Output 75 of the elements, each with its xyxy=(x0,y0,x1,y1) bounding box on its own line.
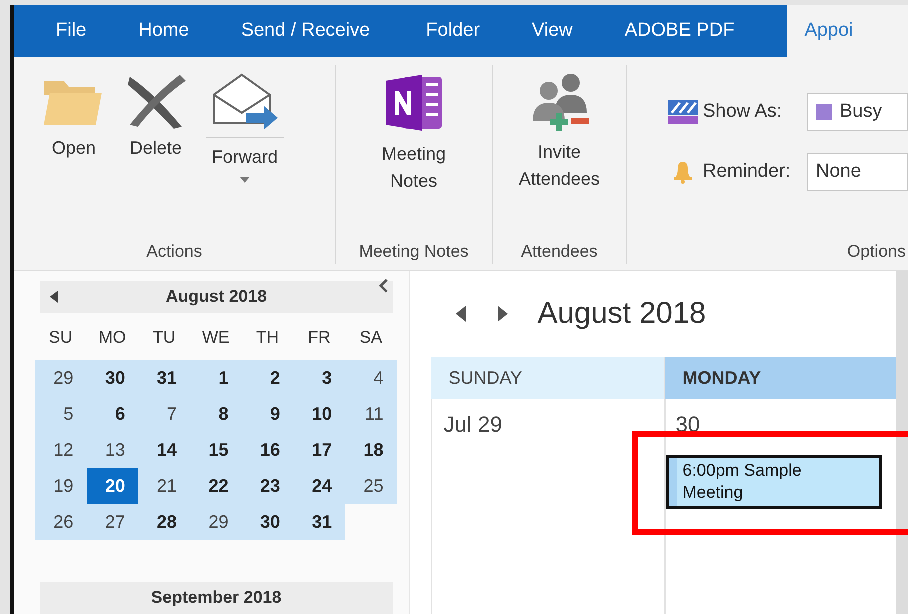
calendar-day[interactable]: 7 xyxy=(138,396,190,432)
previous-icon xyxy=(50,291,58,303)
calendar-day[interactable]: 27 xyxy=(86,504,138,540)
weekday-label: TU xyxy=(152,327,177,349)
ribbon-button[interactable]: Meeting Notes xyxy=(362,65,466,195)
calendar-day[interactable]: 29 xyxy=(190,504,242,540)
weekday-label: TH xyxy=(255,327,280,349)
ribbon-tab[interactable]: ADOBE PDF xyxy=(624,5,735,57)
dropdown-field[interactable]: None xyxy=(807,153,908,191)
calendar-day[interactable]: 3 xyxy=(293,360,346,396)
calendar-title: August 2018 xyxy=(538,297,706,331)
calendar-day[interactable]: 30 xyxy=(242,504,294,540)
calendar-day[interactable]: 24 xyxy=(293,468,346,504)
calendar-day[interactable]: 14 xyxy=(138,432,190,468)
calendar-day[interactable]: 22 xyxy=(190,468,242,504)
calendar-day[interactable]: 16 xyxy=(242,432,294,468)
calendar-day[interactable]: 12 xyxy=(35,432,87,468)
calendar-day[interactable]: 17 xyxy=(293,432,346,468)
month-header-bar: August 2018 xyxy=(40,281,393,313)
calendar-day[interactable]: 6 xyxy=(86,396,138,432)
group-label: Meeting Notes xyxy=(358,242,470,263)
calendar-day[interactable]: 11 xyxy=(345,396,397,432)
calendar-day[interactable]: 30 xyxy=(86,360,138,396)
field-label: Show As: xyxy=(703,101,784,123)
group-label: Actions xyxy=(146,242,204,263)
weekday-label: MO xyxy=(98,327,128,349)
day-header[interactable]: MONDAY xyxy=(664,357,896,399)
calendar-day[interactable]: 13 xyxy=(86,432,138,468)
previous-icon xyxy=(456,306,466,322)
weekday-label: SU xyxy=(48,327,74,349)
ribbon-tab[interactable]: Send / Receive xyxy=(241,5,370,57)
calendar-day[interactable]: 20 xyxy=(86,468,138,504)
calendar-day[interactable]: 8 xyxy=(190,396,242,432)
group-label: Options xyxy=(846,242,907,263)
day-header[interactable]: SUNDAY xyxy=(430,357,664,399)
calendar-day[interactable]: 2 xyxy=(242,360,294,396)
weekday-label: FR xyxy=(307,327,332,349)
calendar-day[interactable]: 28 xyxy=(138,504,190,540)
weekday-label: WE xyxy=(201,327,231,349)
calendar-day[interactable]: 4 xyxy=(345,360,397,396)
calendar-day[interactable]: 21 xyxy=(138,468,190,504)
ribbon-tab[interactable]: Appoi xyxy=(786,5,908,57)
weekday-label: SA xyxy=(358,327,384,349)
calendar-day[interactable]: 29 xyxy=(35,360,87,396)
ribbon-button[interactable]: Open xyxy=(38,65,110,162)
calendar-day[interactable]: 18 xyxy=(345,432,397,468)
ribbon-tab[interactable]: File xyxy=(56,5,87,57)
calendar-day[interactable]: 19 xyxy=(35,468,87,504)
collapse-icon xyxy=(379,279,389,293)
ribbon-button[interactable]: Forward xyxy=(202,65,288,183)
calendar-day[interactable]: 10 xyxy=(293,396,346,432)
field-label: Reminder: xyxy=(703,161,792,183)
calendar-day[interactable]: 23 xyxy=(242,468,294,504)
bell-icon xyxy=(673,160,693,184)
envelope-arrow-icon xyxy=(210,73,280,133)
ribbon-tab[interactable]: Folder xyxy=(426,5,480,57)
ribbon-button[interactable]: Invite Attendees xyxy=(508,65,612,193)
calendar-day[interactable]: 5 xyxy=(35,396,87,432)
month-header: September 2018 xyxy=(40,582,393,614)
ribbon-tab[interactable]: View xyxy=(532,5,573,57)
calendar-day[interactable]: 25 xyxy=(345,468,397,504)
day-date: Jul 29 xyxy=(442,413,504,437)
group-label: Attendees xyxy=(520,242,599,263)
calendar-day[interactable]: 31 xyxy=(293,504,346,540)
calendar-day[interactable]: 31 xyxy=(138,360,190,396)
calendar-day[interactable]: 26 xyxy=(35,504,87,540)
next-icon xyxy=(498,306,508,322)
ribbon-tab[interactable]: Home xyxy=(138,5,190,57)
calendar-day[interactable]: 1 xyxy=(190,360,242,396)
event-block[interactable]: 6:00pm Sample Meeting xyxy=(666,455,882,509)
dropdown-field[interactable]: Busy xyxy=(807,93,908,131)
ribbon-button[interactable]: Delete xyxy=(120,65,192,162)
calendar-day[interactable]: 9 xyxy=(242,396,294,432)
calendar-day[interactable]: 15 xyxy=(190,432,242,468)
stripes-icon xyxy=(668,100,698,124)
